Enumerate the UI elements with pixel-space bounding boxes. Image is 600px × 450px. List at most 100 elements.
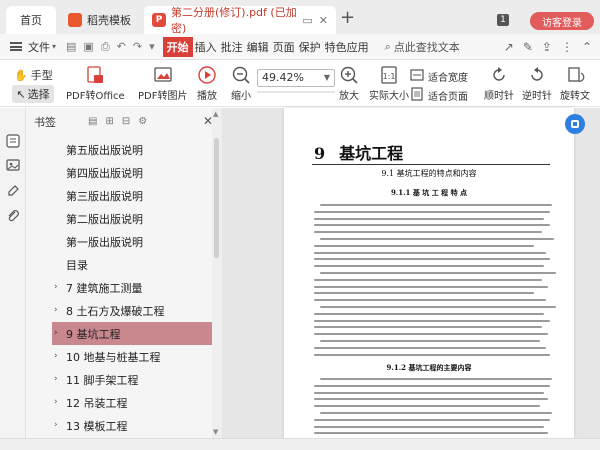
bookmark-scrollbar[interactable]: ▲ ▼ <box>212 108 222 438</box>
floating-tool-button[interactable] <box>565 114 585 134</box>
menu-edit[interactable]: 编辑 <box>245 37 271 57</box>
menu-insert[interactable]: 插入 <box>193 37 219 57</box>
scroll-down-icon[interactable]: ▼ <box>213 428 218 436</box>
share-icon[interactable]: ↗ <box>504 40 514 54</box>
tab-bar: 首页 稻壳模板 P 第二分册(修订).pdf (已加密) ▭ ✕ + 1 访客登… <box>0 0 600 35</box>
more-dots-icon[interactable]: ⋮ <box>561 40 573 54</box>
pdf-page[interactable]: 9 基坑工程 9.1 基坑工程的特点和内容 9.1.1 基 坑 工 程 特 点 9… <box>284 108 574 438</box>
heading-rule <box>312 164 550 165</box>
hamburger-menu-icon[interactable] <box>10 42 22 51</box>
bookmark-label: 第四版出版说明 <box>66 166 143 180</box>
bookmark-item[interactable]: 第三版出版说明 <box>26 184 212 207</box>
bookmark-item[interactable]: › 11 脚手架工程 <box>26 368 212 391</box>
chevron-right-icon[interactable]: › <box>54 374 58 384</box>
body-text-line <box>314 432 548 435</box>
body-text-line <box>320 340 540 342</box>
bookmark-item[interactable]: 目录 <box>26 253 212 276</box>
zoom-input[interactable]: 49.42% ▼ <box>257 69 335 87</box>
menu-special[interactable]: 特色应用 <box>323 37 371 57</box>
chevron-right-icon[interactable]: › <box>54 397 58 407</box>
collapse-icon[interactable]: ⌃ <box>582 40 592 54</box>
bookmark-add-icon[interactable]: ⊞ <box>105 116 113 127</box>
menu-annotate[interactable]: 批注 <box>219 37 245 57</box>
body-text-line <box>314 391 544 394</box>
rotate-doc-label: 旋转文 <box>560 91 590 102</box>
bookmark-label: 第一版出版说明 <box>66 235 143 249</box>
tab-document[interactable]: P 第二分册(修订).pdf (已加密) ▭ ✕ <box>144 6 336 35</box>
zoom-out-label: 缩小 <box>231 91 251 102</box>
fit-page-button[interactable]: 适合页面 <box>410 87 468 104</box>
bookmark-delete-icon[interactable]: ⊟ <box>122 116 130 127</box>
menu-protect[interactable]: 保护 <box>297 37 323 57</box>
zoom-in-button[interactable]: 放大 <box>338 65 360 102</box>
bookmark-label: 9 基坑工程 <box>66 327 121 341</box>
actual-size-button[interactable]: 1:1 实际大小 <box>369 65 409 102</box>
fit-width-button[interactable]: 适合宽度 <box>410 68 468 85</box>
print-icon[interactable]: ⎙ <box>101 40 110 54</box>
bookmark-item[interactable]: › 12 吊装工程 <box>26 391 212 414</box>
tab-template[interactable]: 稻壳模板 <box>60 6 140 34</box>
annotation-icon[interactable] <box>6 184 20 198</box>
scroll-thumb[interactable] <box>214 138 219 258</box>
bookmark-item[interactable]: › 7 建筑施工测量 <box>26 276 212 299</box>
bookmark-item[interactable]: › 9 基坑工程 <box>52 322 212 345</box>
chevron-right-icon[interactable]: › <box>54 420 58 430</box>
login-button[interactable]: 访客登录 <box>530 12 594 30</box>
open-folder-icon[interactable]: ▤ <box>66 40 76 54</box>
body-text-line <box>314 312 544 315</box>
body-text-line <box>314 285 548 288</box>
bookmark-item[interactable]: 第二版出版说明 <box>26 207 212 230</box>
scroll-up-icon[interactable]: ▲ <box>213 110 218 118</box>
chevron-right-icon[interactable]: › <box>54 282 58 292</box>
bookmark-item[interactable]: 第四版出版说明 <box>26 161 212 184</box>
upload-icon[interactable]: ⇪ <box>542 40 552 54</box>
menu-bar: 文件 ▾ ▤ ▣ ⎙ ↶ ↷ ▾ 开始 插入 批注 编辑 页面 保护 特色应用 … <box>0 34 600 60</box>
pdf-to-image-button[interactable]: PDF转图片 <box>138 65 187 102</box>
chevron-down-icon[interactable]: ▼ <box>324 70 330 86</box>
close-tab-icon[interactable]: ✕ <box>319 14 328 27</box>
attachment-icon[interactable] <box>6 208 20 222</box>
bookmark-item[interactable]: › 13 模板工程 <box>26 414 212 437</box>
play-button[interactable]: 播放 <box>196 65 218 102</box>
search-area[interactable]: ⌕ 点此查找文本 <box>385 39 460 55</box>
chevron-right-icon[interactable]: › <box>54 328 58 338</box>
zoom-out-button[interactable]: 缩小 <box>230 65 252 102</box>
bookmark-item[interactable]: 第一版出版说明 <box>26 230 212 253</box>
search-label: 点此查找文本 <box>393 40 460 54</box>
more-icon[interactable]: ▾ <box>149 40 155 54</box>
bookmark-item[interactable]: 第五版出版说明 <box>26 138 212 161</box>
window-icon[interactable]: ▭ <box>302 14 312 27</box>
rotate-doc-button[interactable]: 旋转文 <box>560 65 590 102</box>
bookmark-item[interactable]: › 8 土石方及爆破工程 <box>26 299 212 322</box>
body-text-line <box>320 378 552 380</box>
thumbnail-icon[interactable] <box>6 158 20 172</box>
rotate-ccw-button[interactable]: 逆时针 <box>522 65 552 102</box>
tab-home[interactable]: 首页 <box>6 6 56 34</box>
zoom-value: 49.42% <box>262 71 304 84</box>
status-bar <box>0 438 600 450</box>
chevron-right-icon[interactable]: › <box>54 305 58 315</box>
chevron-right-icon[interactable]: › <box>54 351 58 361</box>
document-area[interactable]: 9 基坑工程 9.1 基坑工程的特点和内容 9.1.1 基 坑 工 程 特 点 9… <box>222 108 600 438</box>
zoom-slider[interactable] <box>257 91 335 93</box>
bookmark-settings-icon[interactable]: ⚙ <box>138 116 147 127</box>
bookmark-expand-icon[interactable]: ▤ <box>88 116 97 127</box>
bookmark-panel-icon[interactable] <box>6 134 20 148</box>
body-text-line <box>314 258 550 261</box>
menu-page[interactable]: 页面 <box>271 37 297 57</box>
add-tab-button[interactable]: + <box>340 9 355 27</box>
menu-start[interactable]: 开始 <box>162 36 193 57</box>
menu-file[interactable]: 文件 <box>28 39 50 55</box>
edit-pen-icon[interactable]: ✎ <box>523 40 533 54</box>
save-icon[interactable]: ▣ <box>83 40 93 54</box>
pdf-to-office-button[interactable]: PDF转Office <box>66 65 125 102</box>
bookmark-item[interactable]: › 10 地基与桩基工程 <box>26 345 212 368</box>
hand-tool[interactable]: ✋ 手型 <box>14 67 53 83</box>
redo-icon[interactable]: ↷ <box>133 40 142 54</box>
chevron-down-icon[interactable]: ▾ <box>52 42 56 51</box>
select-tool[interactable]: ↖ 选择 <box>12 85 54 103</box>
body-text-line <box>314 251 546 254</box>
rotate-cw-button[interactable]: 顺时针 <box>484 65 514 102</box>
window-count-badge[interactable]: 1 <box>497 14 509 26</box>
undo-icon[interactable]: ↶ <box>117 40 126 54</box>
